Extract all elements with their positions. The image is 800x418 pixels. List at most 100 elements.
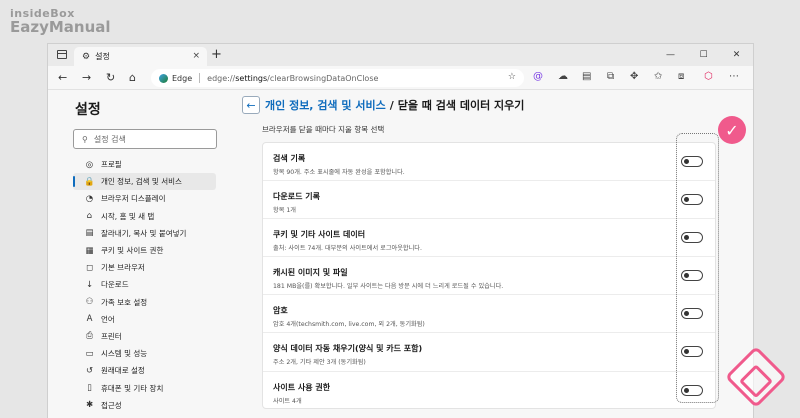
- section-subtitle: 브라우저를 닫을 때마다 지울 항목 선택: [262, 125, 385, 134]
- refresh-icon[interactable]: ↻: [106, 71, 115, 84]
- sidebar-item-label: 기본 브라우저: [101, 263, 145, 273]
- palette-icon: ◔: [85, 193, 94, 204]
- sidebar-item-clipboard[interactable]: ▤ 잘라내기, 복사 및 붙여넣기: [48, 225, 233, 242]
- sidebar-item-system[interactable]: ▭ 시스템 및 성능: [48, 345, 233, 362]
- setting-row-cookies: 쿠키 및 기타 사이트 데이터 출처: 사이트 74개. 대부분의 사이트에서 …: [263, 219, 715, 258]
- row-title: 검색 기록: [273, 154, 306, 163]
- sidebar-item-language[interactable]: A 언어: [48, 311, 233, 328]
- url-path: settings: [235, 73, 268, 83]
- checkmark-icon: ✓: [718, 116, 746, 144]
- row-desc: 암호 4개(techsmith.com, live.com, 외 2개, 동기화…: [273, 321, 425, 329]
- sidebar-item-phone[interactable]: ▯ 휴대폰 및 기타 장치: [48, 379, 233, 396]
- highlight-dotted-box: [676, 133, 719, 403]
- sidebar-item-family[interactable]: ⚇ 가족 보호 설정: [48, 294, 233, 311]
- row-desc: 항목 90개. 주소 표시줄에 자동 완성을 포함합니다.: [273, 169, 405, 176]
- sidebar-item-label: 프로필: [101, 160, 122, 170]
- row-title: 캐시된 이미지 및 파일: [273, 268, 348, 278]
- sidebar-item-downloads[interactable]: ↓ 다운로드: [48, 276, 233, 293]
- sidebar-menu: ◎ 프로필 🔒 개인 정보, 검색 및 서비스 ◔ 브라우저 디스플레이 ⌂ 시작, 홈…: [48, 156, 233, 414]
- forward-arrow-icon[interactable]: →: [82, 71, 91, 84]
- sidebar-item-label: 시스템 및 성능: [101, 349, 148, 359]
- sidebar-item-label: 접근성: [101, 400, 122, 410]
- profile-cube-icon[interactable]: ⬡: [704, 71, 713, 82]
- row-desc: 사이트 4개: [273, 397, 302, 405]
- breadcrumb-separator: /: [389, 98, 394, 112]
- reset-icon: ↺: [85, 365, 94, 376]
- sidebar-item-reset[interactable]: ↺ 원래대로 설정: [48, 362, 233, 379]
- browser-window: ⚙ 설정 × + — ☐ ✕ ← → ↻ ⌂ Edge edge:// sett…: [47, 43, 754, 418]
- breadcrumb[interactable]: 개인 정보, 검색 및 서비스: [265, 97, 386, 113]
- site-label: Edge: [172, 73, 193, 83]
- favorite-star-icon[interactable]: ☆: [508, 72, 516, 82]
- minimize-button[interactable]: —: [654, 44, 687, 66]
- setting-row-passwords: 암호 암호 4개(techsmith.com, live.com, 외 2개, …: [263, 295, 715, 334]
- sidebar-item-label: 개인 정보, 검색 및 서비스: [101, 177, 182, 187]
- row-desc: 출처: 사이트 74개. 대부분의 사이트에서 로그아웃합니다.: [273, 245, 422, 253]
- home-icon[interactable]: ⌂: [129, 71, 136, 84]
- setting-row-browsing-history: 검색 기록 항목 90개. 주소 표시줄에 자동 완성을 포함합니다.: [263, 143, 715, 182]
- setting-row-site-permissions: 사이트 사용 권한 사이트 4개: [263, 372, 715, 410]
- sidebar-item-label: 시작, 홈 및 새 탭: [101, 211, 155, 221]
- tab-title: 설정: [95, 52, 110, 61]
- tab-settings[interactable]: ⚙ 설정 ×: [74, 47, 207, 66]
- sidebar-item-label: 다운로드: [101, 280, 129, 290]
- settings-search-input[interactable]: ⚲ 설정 검색: [73, 129, 217, 149]
- address-divider: [199, 73, 201, 83]
- tab-bar: ⚙ 설정 × + — ☐ ✕: [48, 44, 753, 66]
- row-title: 쿠키 및 기타 사이트 데이터: [273, 230, 366, 240]
- search-icon: ⚲: [82, 134, 88, 144]
- close-tab-icon[interactable]: ×: [192, 51, 200, 61]
- tab-actions-icon[interactable]: [57, 50, 67, 59]
- puzzle-icon[interactable]: ⧉: [607, 71, 614, 82]
- favorites-icon[interactable]: ✩: [654, 71, 662, 82]
- back-button[interactable]: ←: [242, 96, 260, 114]
- new-tab-button[interactable]: +: [211, 47, 222, 62]
- page-header: ← 개인 정보, 검색 및 서비스 / 닫을 때 검색 데이터 지우기: [242, 96, 524, 114]
- sidebar-item-profile[interactable]: ◎ 프로필: [48, 156, 233, 173]
- row-desc: 항목 1개: [273, 207, 296, 215]
- settings-sidebar: 설정 ⚲ 설정 검색 ◎ 프로필 🔒 개인 정보, 검색 및 서비스 ◔ 브라우저 디…: [48, 91, 233, 418]
- sidebar-item-label: 원래대로 설정: [101, 366, 145, 376]
- sidebar-item-accessibility[interactable]: ✱ 접근성: [48, 397, 233, 414]
- sidebar-item-privacy[interactable]: 🔒 개인 정보, 검색 및 서비스: [73, 173, 216, 191]
- sidebar-item-cookies[interactable]: ▦ 쿠키 및 사이트 권한: [48, 242, 233, 259]
- edge-logo-icon: [159, 73, 168, 83]
- watermark-line2: EazyManual: [10, 18, 111, 36]
- sidebar-item-label: 언어: [101, 314, 115, 324]
- gear-icon: ⚙: [82, 51, 91, 62]
- row-desc: 181 MB을(를) 확보합니다. 일부 사이트는 다음 방문 시에 더 느리게…: [273, 283, 504, 291]
- family-icon: ⚇: [85, 297, 94, 308]
- accessibility-icon: ✱: [85, 400, 94, 411]
- back-arrow-icon[interactable]: ←: [58, 71, 67, 84]
- maximize-button[interactable]: ☐: [687, 44, 720, 66]
- page-title: 닫을 때 검색 데이터 지우기: [397, 99, 525, 112]
- sidebar-item-default-browser[interactable]: ◻ 기본 브라우저: [48, 259, 233, 276]
- printer-icon: ⎙: [86, 331, 93, 342]
- home-icon: ⌂: [86, 211, 93, 222]
- profile-icon: ◎: [85, 159, 94, 170]
- sidebar-item-appearance[interactable]: ◔ 브라우저 디스플레이: [48, 190, 233, 207]
- more-menu-icon[interactable]: ⋯: [729, 71, 739, 82]
- sidebar-title: 설정: [75, 102, 101, 118]
- extension-at-icon[interactable]: @: [533, 71, 543, 82]
- tablet-icon[interactable]: ▤: [582, 71, 591, 82]
- cloud-icon[interactable]: ☁: [558, 71, 568, 82]
- setting-row-autofill: 양식 데이터 자동 채우기(양식 및 카드 포함) 주소 2개, 기타 제안 3…: [263, 333, 715, 372]
- download-icon: ↓: [85, 279, 94, 290]
- language-icon: A: [86, 314, 93, 325]
- search-placeholder: 설정 검색: [93, 134, 126, 144]
- sidebar-item-start-home[interactable]: ⌂ 시작, 홈 및 새 탭: [48, 208, 233, 225]
- sidebar-item-label: 잘라내기, 복사 및 붙여넣기: [101, 228, 187, 238]
- collections-icon[interactable]: ⧈: [678, 71, 684, 82]
- browser-icon: ◻: [85, 262, 94, 273]
- clipboard-icon: ▤: [85, 228, 94, 239]
- row-desc: 주소 2개, 기타 제안 3개 (동기화됨): [273, 359, 366, 367]
- extensions-icon[interactable]: ✥: [630, 71, 638, 82]
- sidebar-item-printers[interactable]: ⎙ 프린터: [48, 328, 233, 345]
- sidebar-item-label: 가족 보호 설정: [101, 297, 148, 307]
- url-rest: /clearBrowsingDataOnClose: [267, 73, 379, 83]
- row-title: 양식 데이터 자동 채우기(양식 및 카드 포함): [273, 344, 423, 354]
- address-bar[interactable]: Edge edge:// settings /clearBrowsingData…: [151, 69, 524, 87]
- close-window-button[interactable]: ✕: [720, 44, 753, 66]
- setting-row-cache: 캐시된 이미지 및 파일 181 MB을(를) 확보합니다. 일부 사이트는 다…: [263, 257, 715, 296]
